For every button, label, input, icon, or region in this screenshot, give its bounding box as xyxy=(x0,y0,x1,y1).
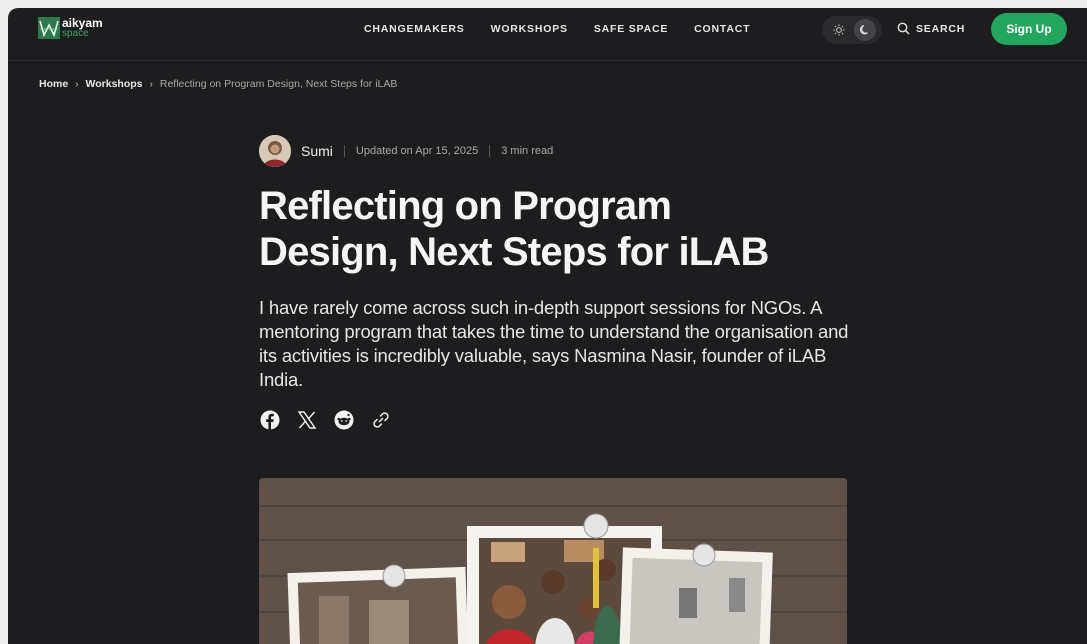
site-logo[interactable]: aikyam space xyxy=(38,17,103,39)
copy-link-button[interactable] xyxy=(370,409,392,431)
dark-mode-button[interactable] xyxy=(854,19,876,41)
updated-date: Updated on Apr 15, 2025 xyxy=(355,145,479,157)
search-button[interactable]: SEARCH xyxy=(897,22,965,35)
light-mode-button[interactable] xyxy=(828,19,850,41)
article-title-line1: Reflecting on Program xyxy=(259,184,672,228)
nav-safe-space[interactable]: SAFE SPACE xyxy=(594,23,668,35)
nav-contact[interactable]: CONTACT xyxy=(694,23,750,35)
breadcrumb-workshops[interactable]: Workshops xyxy=(86,78,143,90)
read-time: 3 min read xyxy=(501,145,554,157)
theme-toggle[interactable] xyxy=(822,16,882,44)
page: aikyam space CHANGEMAKERS WORKSHOPS SAFE… xyxy=(8,8,1087,644)
logo-text-sub: space xyxy=(62,28,89,39)
divider xyxy=(489,145,491,157)
share-bar xyxy=(259,409,407,431)
link-icon xyxy=(373,412,389,428)
article-title: Reflecting on Program Design, Next Steps… xyxy=(259,183,859,275)
nav-workshops[interactable]: WORKSHOPS xyxy=(491,23,568,35)
article-meta: Sumi Updated on Apr 15, 2025 3 min read xyxy=(259,135,553,167)
divider xyxy=(343,145,345,157)
site-header: aikyam space CHANGEMAKERS WORKSHOPS SAFE… xyxy=(8,8,1087,61)
chevron-right-icon: › xyxy=(75,78,79,90)
facebook-icon xyxy=(260,410,280,430)
breadcrumb: Home › Workshops › Reflecting on Program… xyxy=(39,78,397,90)
breadcrumb-current: Reflecting on Program Design, Next Steps… xyxy=(159,78,398,90)
nav-changemakers[interactable]: CHANGEMAKERS xyxy=(364,23,465,35)
chevron-right-icon: › xyxy=(149,78,153,90)
reddit-share-button[interactable] xyxy=(333,409,355,431)
reddit-icon xyxy=(334,410,354,430)
signup-button[interactable]: Sign Up xyxy=(991,13,1067,45)
logo-mark xyxy=(38,17,60,39)
x-icon xyxy=(297,411,317,429)
hero-image xyxy=(259,478,847,644)
search-icon xyxy=(897,22,910,35)
author-name[interactable]: Sumi xyxy=(301,143,333,159)
article-title-line2: Design, Next Steps for iLAB xyxy=(259,230,769,274)
article-subtitle: I have rarely come across such in-depth … xyxy=(259,297,849,390)
author-avatar[interactable] xyxy=(259,135,291,167)
facebook-share-button[interactable] xyxy=(259,409,281,431)
search-label: SEARCH xyxy=(916,22,966,35)
sun-icon xyxy=(833,24,845,36)
moon-icon xyxy=(860,24,868,35)
x-share-button[interactable] xyxy=(296,409,318,431)
breadcrumb-home[interactable]: Home xyxy=(39,78,68,90)
main-nav: CHANGEMAKERS WORKSHOPS SAFE SPACE CONTAC… xyxy=(364,23,776,35)
